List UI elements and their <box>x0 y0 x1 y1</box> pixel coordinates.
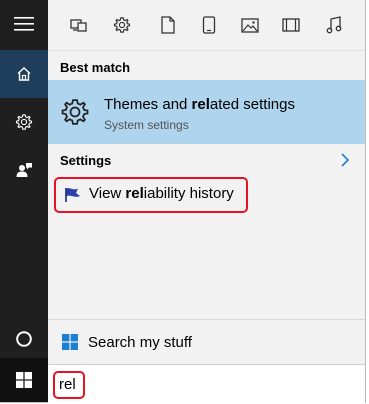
search-my-stuff-button[interactable]: Search my stuff <box>48 322 365 364</box>
photos-filter-icon <box>241 17 259 33</box>
settings-button[interactable] <box>0 98 48 146</box>
settings-filter-button[interactable] <box>111 14 133 36</box>
gear-icon <box>61 99 89 125</box>
documents-filter-button[interactable] <box>157 14 179 36</box>
windows-start-icon <box>16 372 32 388</box>
search-results-panel: Best match Themes and related settings S… <box>48 0 365 403</box>
settings-result-view-reliability-history[interactable]: View reliability history <box>54 177 248 213</box>
videos-filter-button[interactable] <box>280 14 302 36</box>
apps-filter-button[interactable] <box>68 14 90 36</box>
search-query-text: rel <box>59 376 76 393</box>
documents-filter-icon <box>161 16 175 34</box>
home-button[interactable] <box>0 50 48 98</box>
search-query-highlight: rel <box>53 371 85 399</box>
windows-start-button[interactable] <box>0 358 48 402</box>
feedback-button[interactable] <box>0 146 48 194</box>
videos-filter-icon <box>282 18 300 32</box>
start-search-window: Best match Themes and related settings S… <box>0 0 366 403</box>
settings-gear-icon <box>15 114 33 130</box>
best-match-heading: Best match <box>60 60 131 75</box>
search-box[interactable]: rel <box>48 364 365 403</box>
settings-heading: Settings <box>60 153 112 168</box>
windows-logo-icon <box>62 334 78 350</box>
filter-toolbar <box>48 0 365 51</box>
music-filter-icon <box>326 16 342 34</box>
left-rail <box>0 0 48 402</box>
best-match-result-themes-related-settings[interactable]: Themes and related settings System setti… <box>48 80 365 144</box>
flag-icon <box>65 188 80 202</box>
results-divider <box>48 319 365 320</box>
home-icon <box>17 67 31 81</box>
best-match-title: Themes and related settings <box>104 96 295 113</box>
feedback-person-icon <box>16 163 32 177</box>
cortana-circle-icon <box>16 331 32 347</box>
music-filter-button[interactable] <box>323 14 345 36</box>
apps-filter-icon <box>70 19 87 32</box>
cortana-button[interactable] <box>0 315 48 363</box>
search-my-stuff-label: Search my stuff <box>88 334 192 351</box>
folders-filter-icon <box>202 16 216 34</box>
hamburger-menu-button[interactable] <box>0 0 48 48</box>
hamburger-menu-icon <box>14 17 34 31</box>
chevron-right-icon[interactable] <box>339 152 351 168</box>
photos-filter-button[interactable] <box>239 14 261 36</box>
settings-filter-icon <box>113 17 131 33</box>
best-match-subtitle: System settings <box>104 118 189 132</box>
reliability-history-label: View reliability history <box>89 185 234 202</box>
folders-filter-button[interactable] <box>198 14 220 36</box>
